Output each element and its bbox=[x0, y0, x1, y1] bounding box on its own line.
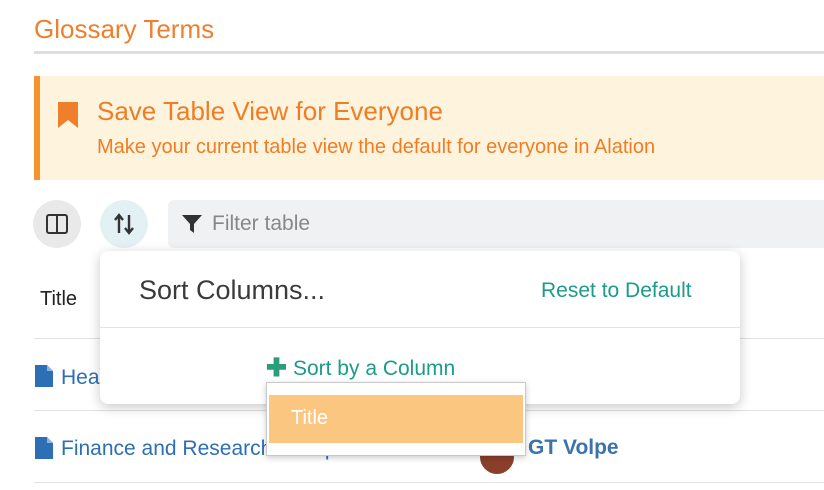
sort-arrows-icon bbox=[114, 213, 134, 235]
column-header-title[interactable]: Title bbox=[40, 288, 77, 311]
owner-link[interactable]: GT Volpe bbox=[528, 436, 619, 460]
sort-column-dropdown: Title bbox=[266, 382, 526, 456]
title-divider bbox=[34, 51, 824, 54]
banner-subtitle: Make your current table view the default… bbox=[97, 136, 656, 158]
document-icon bbox=[35, 437, 53, 459]
table-row-title-link[interactable]: Hea bbox=[61, 366, 100, 390]
columns-button[interactable] bbox=[33, 200, 81, 248]
dropdown-option-title[interactable]: Title bbox=[269, 395, 523, 443]
sort-by-column-label: Sort by a Column bbox=[292, 357, 456, 380]
dropdown-option-label: Title bbox=[291, 407, 329, 429]
banner-title: Save Table View for Everyone bbox=[97, 96, 443, 126]
document-icon bbox=[35, 365, 53, 387]
row-divider bbox=[34, 482, 824, 483]
filter-input[interactable] bbox=[212, 200, 772, 248]
plus-icon: ✚ bbox=[266, 354, 287, 382]
reset-to-default-link[interactable]: Reset to Default bbox=[541, 279, 692, 303]
filter-icon bbox=[182, 215, 202, 233]
sort-button[interactable] bbox=[100, 200, 148, 248]
popover-divider bbox=[100, 327, 740, 328]
columns-icon bbox=[46, 214, 68, 234]
page-title: Glossary Terms bbox=[34, 14, 215, 44]
save-view-banner[interactable]: Save Table View for Everyone Make your c… bbox=[34, 76, 824, 180]
sort-by-column-button[interactable]: ✚ Sort by a Column bbox=[266, 352, 455, 382]
filter-table-box[interactable] bbox=[168, 200, 824, 248]
bookmark-icon bbox=[58, 102, 78, 128]
banner-accent-bar bbox=[34, 76, 40, 180]
popover-title: Sort Columns... bbox=[139, 275, 326, 305]
